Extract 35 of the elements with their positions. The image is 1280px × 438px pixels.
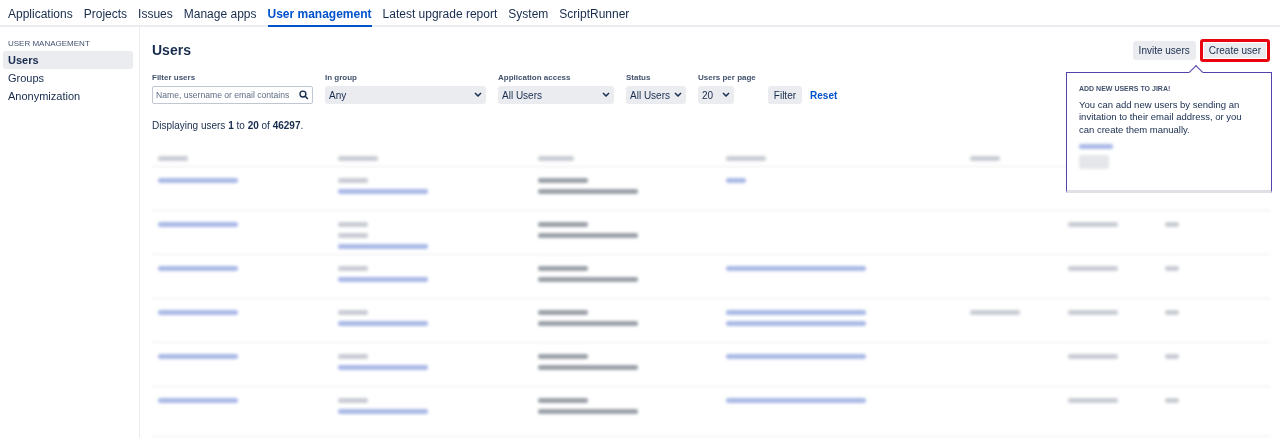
reset-link[interactable]: Reset <box>810 86 838 104</box>
nav-tab[interactable]: System <box>508 0 549 27</box>
sidebar-item[interactable]: Users <box>3 51 133 69</box>
nav-tab[interactable]: Projects <box>83 0 128 27</box>
nav-tab[interactable]: Manage apps <box>183 0 257 27</box>
blurred-actions-drawing <box>1079 144 1113 170</box>
sidebar-item[interactable]: Anonymization <box>3 87 133 105</box>
per-page-select[interactable]: 20 <box>698 86 734 104</box>
chevron-down-icon <box>674 92 682 98</box>
status-select[interactable]: All Users <box>626 86 686 104</box>
search-icon <box>299 90 309 100</box>
nav-tab[interactable]: User management <box>267 0 372 27</box>
field-label: Filter users <box>152 73 197 82</box>
action-button[interactable]: Create user <box>1199 38 1270 62</box>
chevron-down-icon <box>722 92 730 98</box>
nav-tab[interactable]: Latest upgrade report <box>382 0 498 27</box>
chevron-down-icon <box>474 92 482 98</box>
group-select[interactable]: Any <box>325 86 486 104</box>
field-label: Users per page <box>698 73 756 82</box>
summary-text: Displaying users 1 to 20 of 46297. <box>152 120 304 131</box>
nav-tab[interactable]: Issues <box>138 0 173 27</box>
search-field[interactable]: Name, username or email contains <box>152 86 313 104</box>
sidebar-item[interactable]: Groups <box>3 69 133 87</box>
sidebar-heading: USER MANAGEMENT <box>7 39 91 48</box>
field-label: Status <box>626 73 652 82</box>
field-label: Application access <box>498 73 572 82</box>
filter-button[interactable]: Filter <box>767 86 803 104</box>
page-title: Users <box>152 42 191 58</box>
chevron-down-icon <box>602 92 610 98</box>
action-button[interactable]: Invite users <box>1132 40 1196 60</box>
field-label: In group <box>325 73 358 82</box>
popup-text: You can add new users by sending an invitation to their email address, or you can create them manually. <box>1079 99 1243 137</box>
nav-tab[interactable]: Applications <box>8 0 73 27</box>
nav-tab[interactable]: ScriptRunner <box>559 0 630 27</box>
access-select[interactable]: All Users <box>498 86 614 104</box>
